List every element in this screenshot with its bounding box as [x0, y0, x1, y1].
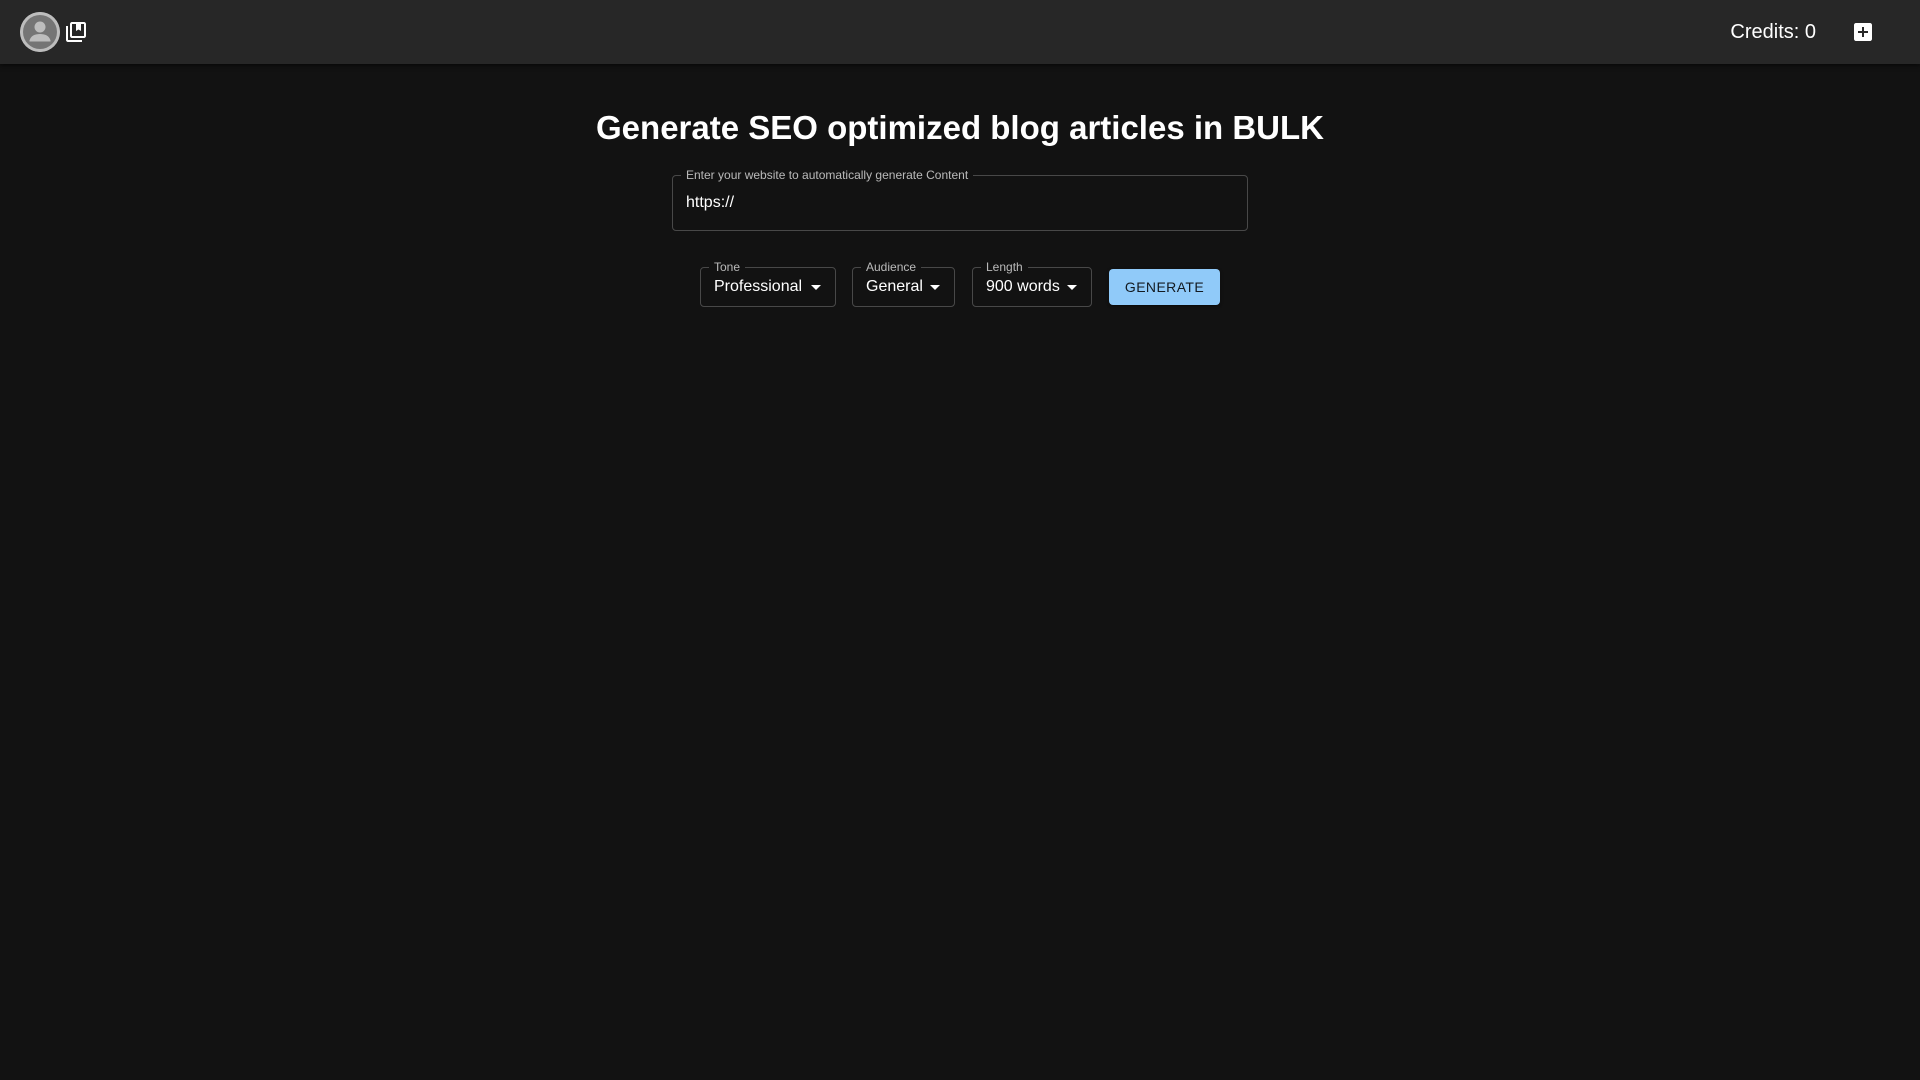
length-select-value: 900 words [986, 278, 1060, 295]
website-url-input[interactable] [672, 175, 1248, 231]
add-box-icon[interactable] [1851, 20, 1875, 44]
page-title: Generate SEO optimized blog articles in … [596, 109, 1324, 146]
account-circle-icon [20, 12, 60, 52]
audience-select[interactable]: Audience General [852, 261, 955, 307]
credits-counter: Credits: 0 [1730, 21, 1816, 43]
generate-button[interactable]: GENERATE [1109, 269, 1220, 305]
audience-select-value: General [866, 278, 923, 295]
top-app-bar: Credits: 0 [0, 0, 1920, 64]
length-select[interactable]: Length 900 words [972, 261, 1092, 307]
website-url-field: Enter your website to automatically gene… [672, 169, 1248, 231]
library-books-icon[interactable] [64, 20, 88, 44]
arrow-drop-down-icon [930, 285, 940, 290]
avatar[interactable] [20, 12, 60, 52]
arrow-drop-down-icon [1067, 285, 1077, 290]
tone-select-value: Professional [714, 278, 803, 295]
tone-select[interactable]: Tone Professional [700, 261, 836, 307]
arrow-drop-down-icon [811, 285, 821, 290]
